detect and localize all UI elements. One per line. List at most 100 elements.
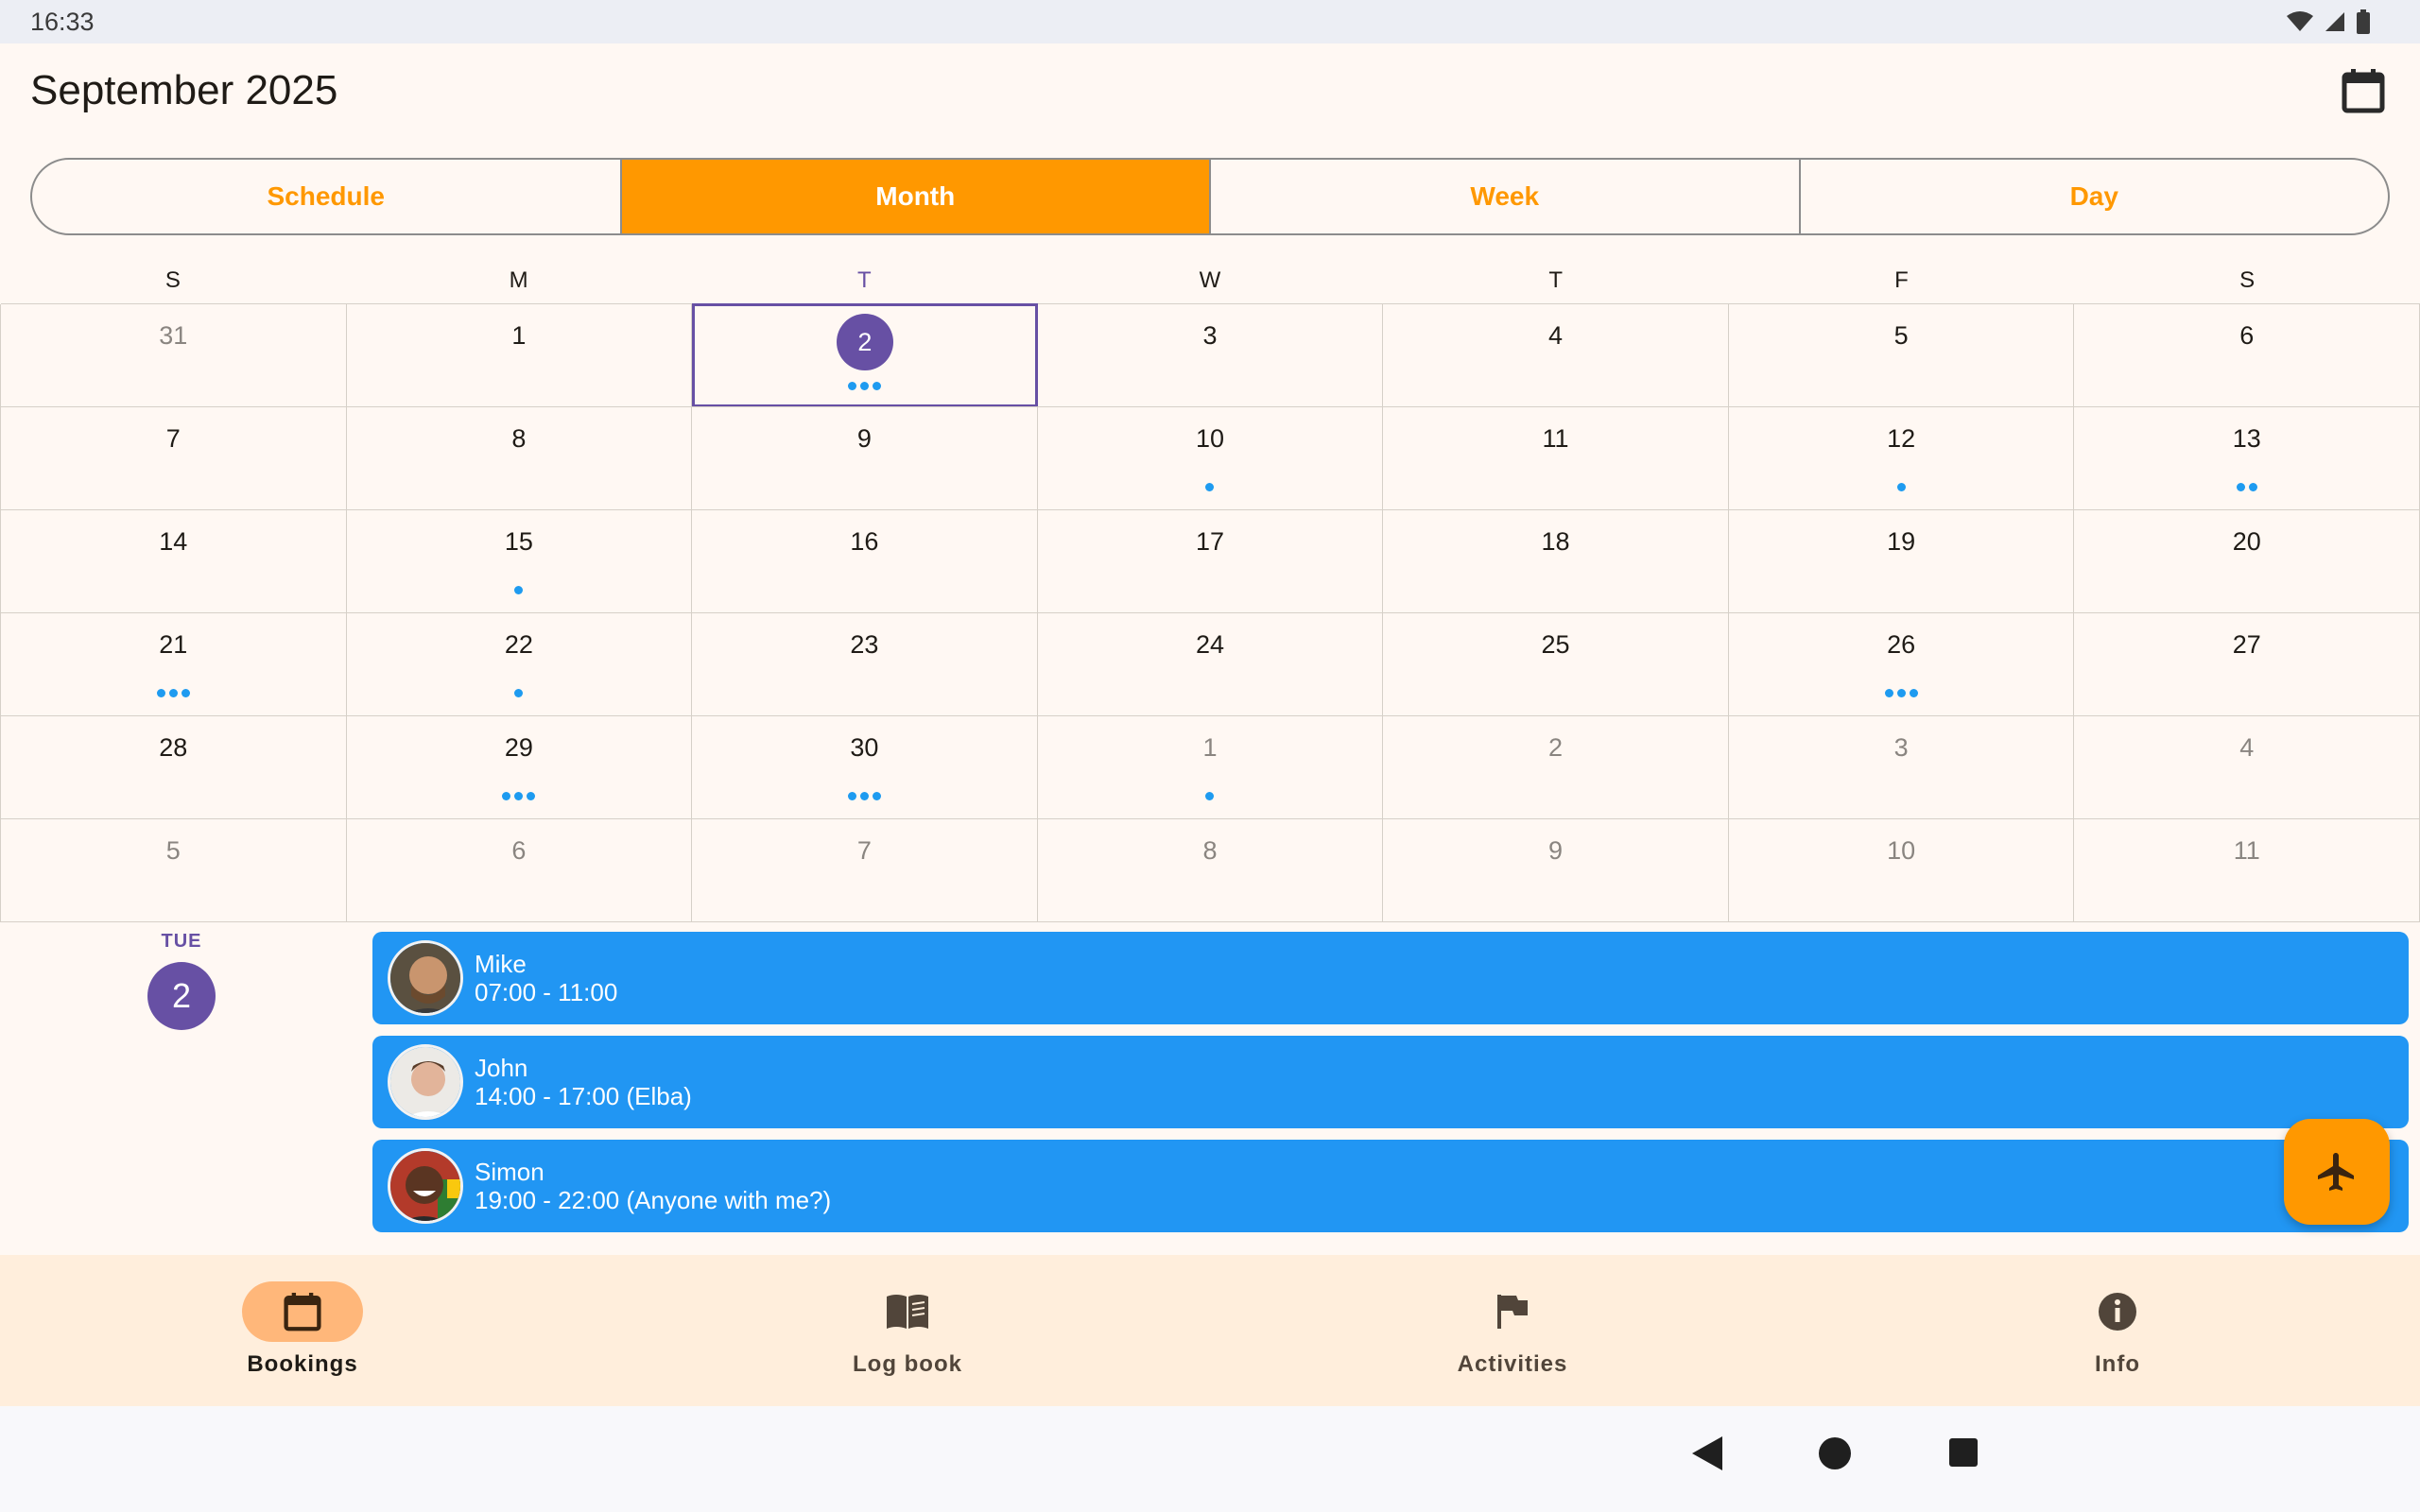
day-cell[interactable]: 10: [1728, 818, 2075, 922]
day-cell[interactable]: 14: [1, 509, 347, 613]
tab-week[interactable]: Week: [1211, 160, 1801, 233]
day-cell[interactable]: 3: [1037, 303, 1384, 407]
nav-item-bookings[interactable]: Bookings: [0, 1255, 605, 1406]
day-cell[interactable]: 11: [2074, 818, 2420, 922]
day-cell[interactable]: 23: [692, 612, 1038, 716]
airplane-icon: [2318, 1153, 2354, 1191]
system-navigation-bar: [0, 1406, 2420, 1512]
day-cell[interactable]: 4: [1383, 303, 1729, 407]
day-cell[interactable]: 21: [1, 612, 347, 716]
day-number: 26: [1887, 630, 1916, 659]
day-cell[interactable]: 15: [346, 509, 693, 613]
day-cell[interactable]: 8: [1037, 818, 1384, 922]
day-cell[interactable]: 29: [346, 715, 693, 819]
nav-item-activities[interactable]: Activities: [1210, 1255, 1815, 1406]
day-cell[interactable]: 7: [692, 818, 1038, 922]
day-number: 6: [511, 836, 527, 865]
event-card[interactable]: Mike 07:00 - 11:00: [372, 932, 2409, 1024]
tab-schedule[interactable]: Schedule: [32, 160, 622, 233]
day-cell[interactable]: 30: [692, 715, 1038, 819]
agenda-day: TUE 2: [132, 931, 231, 1030]
weekday-label: T: [856, 267, 872, 293]
app-bar: September 2025: [0, 43, 2420, 157]
event-name: John: [475, 1054, 528, 1082]
day-number: 21: [159, 630, 188, 659]
calendar-picker-button[interactable]: [2335, 62, 2392, 119]
day-cell[interactable]: 3: [1728, 715, 2075, 819]
back-icon[interactable]: [1690, 1435, 1724, 1472]
event-indicator: [1729, 483, 2074, 491]
day-cell[interactable]: 24: [1037, 612, 1384, 716]
tab-day[interactable]: Day: [1801, 160, 2389, 233]
day-number: 11: [2233, 836, 2260, 865]
event-indicator: [1038, 792, 1383, 800]
day-cell[interactable]: 26: [1728, 612, 2075, 716]
day-cell[interactable]: 4: [2074, 715, 2420, 819]
event-indicator: [347, 792, 692, 800]
day-cell[interactable]: 19: [1728, 509, 2075, 613]
day-cell[interactable]: 7: [1, 406, 347, 510]
avatar: [388, 1148, 463, 1224]
avatar: [388, 940, 463, 1016]
nav-label: Bookings: [247, 1351, 358, 1377]
event-dot: [1205, 792, 1215, 800]
day-cell[interactable]: 25: [1383, 612, 1729, 716]
event-card[interactable]: John 14:00 - 17:00 (Elba): [372, 1036, 2409, 1128]
nav-item-log-book[interactable]: Log book: [605, 1255, 1210, 1406]
day-cell[interactable]: 9: [692, 406, 1038, 510]
day-number: 30: [850, 733, 879, 762]
day-cell[interactable]: 1: [1037, 715, 1384, 819]
status-icons: [2286, 9, 2371, 34]
day-number: 10: [1887, 836, 1916, 865]
day-cell[interactable]: 17: [1037, 509, 1384, 613]
event-dot: [514, 586, 524, 594]
day-number: 22: [504, 630, 533, 659]
day-cell[interactable]: 5: [1728, 303, 2075, 407]
day-number: 16: [850, 527, 879, 556]
day-cell[interactable]: 2: [692, 303, 1038, 407]
home-icon[interactable]: [1817, 1435, 1853, 1472]
day-cell[interactable]: 11: [1383, 406, 1729, 510]
day-cell[interactable]: 1: [346, 303, 693, 407]
event-dot: [156, 689, 165, 697]
nav-label: Activities: [1457, 1351, 1568, 1377]
day-number: 25: [1541, 630, 1570, 659]
nav-item-info[interactable]: Info: [1815, 1255, 2420, 1406]
day-cell[interactable]: 31: [1, 303, 347, 407]
day-number: 7: [856, 836, 872, 865]
tab-month[interactable]: Month: [621, 160, 1211, 233]
day-cell[interactable]: 12: [1728, 406, 2075, 510]
day-cell[interactable]: 10: [1037, 406, 1384, 510]
add-flight-button[interactable]: [2284, 1119, 2390, 1225]
day-cell[interactable]: 9: [1383, 818, 1729, 922]
flag-icon: [1497, 1295, 1528, 1329]
event-dot: [848, 382, 857, 390]
battery-icon: [2357, 9, 2370, 34]
day-cell[interactable]: 27: [2074, 612, 2420, 716]
day-number: 1: [511, 321, 527, 350]
day-cell[interactable]: 16: [692, 509, 1038, 613]
day-cell[interactable]: 22: [346, 612, 693, 716]
day-number: 5: [1893, 321, 1909, 350]
day-cell[interactable]: 8: [346, 406, 693, 510]
day-number: 20: [2232, 527, 2261, 556]
event-card[interactable]: Simon 19:00 - 22:00 (Anyone with me?): [372, 1140, 2409, 1232]
event-dot: [181, 689, 190, 697]
nav-label: Info: [2095, 1351, 2140, 1377]
agenda-date-badge[interactable]: 2: [147, 962, 216, 1030]
event-dot: [527, 792, 536, 800]
day-cell[interactable]: 28: [1, 715, 347, 819]
day-cell[interactable]: 18: [1383, 509, 1729, 613]
wifi-icon: [2287, 11, 2313, 31]
day-cell[interactable]: 20: [2074, 509, 2420, 613]
event-text: Mike 07:00 - 11:00: [475, 950, 617, 1006]
event-dot: [1205, 483, 1215, 491]
day-cell[interactable]: 2: [1383, 715, 1729, 819]
day-cell[interactable]: 6: [2074, 303, 2420, 407]
nav-indicator: [2057, 1281, 2178, 1342]
day-cell[interactable]: 6: [346, 818, 693, 922]
day-cell[interactable]: 13: [2074, 406, 2420, 510]
day-number: 28: [159, 733, 188, 762]
day-cell[interactable]: 5: [1, 818, 347, 922]
recents-icon[interactable]: [1947, 1435, 1979, 1472]
